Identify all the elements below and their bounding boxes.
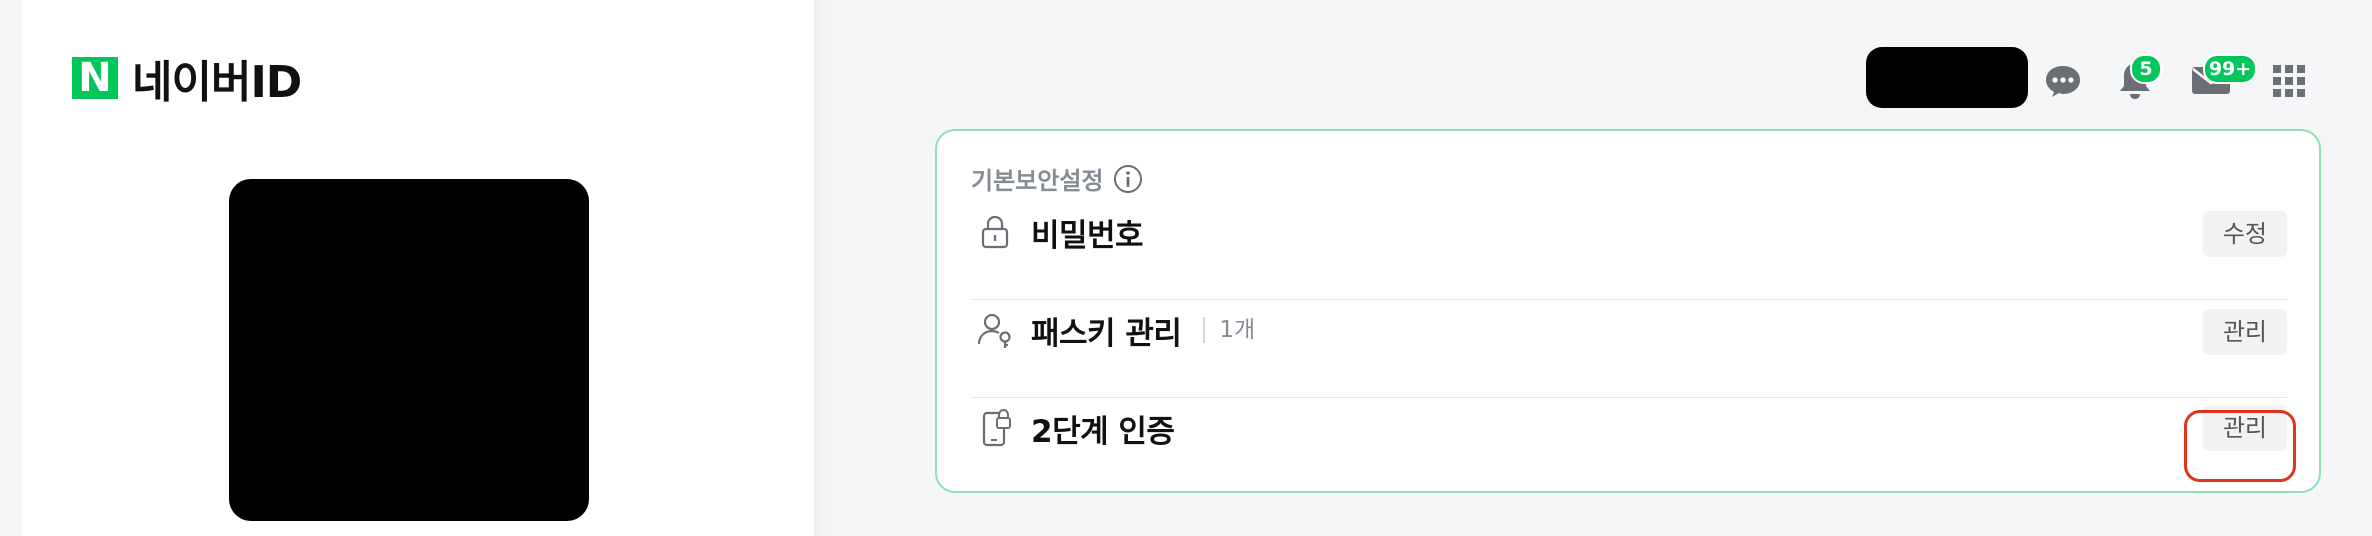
highlight-box bbox=[2184, 410, 2296, 482]
sidebar: N 네이버ID bbox=[22, 0, 815, 536]
user-menu-button[interactable] bbox=[1866, 47, 2028, 108]
notification-badge: 5 bbox=[2130, 54, 2162, 84]
password-label: 비밀번호 bbox=[1031, 217, 1144, 254]
passkey-row: 패스키 관리 1개 관리 bbox=[971, 281, 2287, 379]
phone-lock-icon bbox=[982, 408, 1011, 447]
two-step-verification-row: 2단계 인증 관리 bbox=[971, 379, 2287, 477]
basic-security-settings-card: 기본보안설정 비밀번호 수정 패스키 관리 1개 관리 2단계 인증 관리 bbox=[935, 129, 2321, 493]
mail-badge: 99+ bbox=[2203, 54, 2257, 84]
passkey-manage-button[interactable]: 관리 bbox=[2202, 309, 2287, 355]
naver-id-logo[interactable]: N 네이버ID bbox=[72, 46, 302, 110]
passkey-icon bbox=[977, 313, 1011, 348]
password-row: 비밀번호 수정 bbox=[971, 183, 2287, 281]
password-edit-button[interactable]: 수정 bbox=[2202, 211, 2287, 257]
brand-title: 네이버ID bbox=[132, 57, 302, 108]
profile-image[interactable] bbox=[229, 179, 589, 521]
passkey-count: 1개 bbox=[1203, 317, 1255, 343]
lock-icon bbox=[981, 215, 1009, 249]
naver-n-icon: N bbox=[72, 57, 118, 99]
chat-icon[interactable] bbox=[2044, 64, 2082, 98]
two-step-verification-label: 2단계 인증 bbox=[1031, 413, 1175, 450]
page-background-strip bbox=[0, 0, 22, 536]
apps-grid-icon[interactable] bbox=[2272, 64, 2306, 98]
passkey-label: 패스키 관리 bbox=[1031, 315, 1182, 352]
